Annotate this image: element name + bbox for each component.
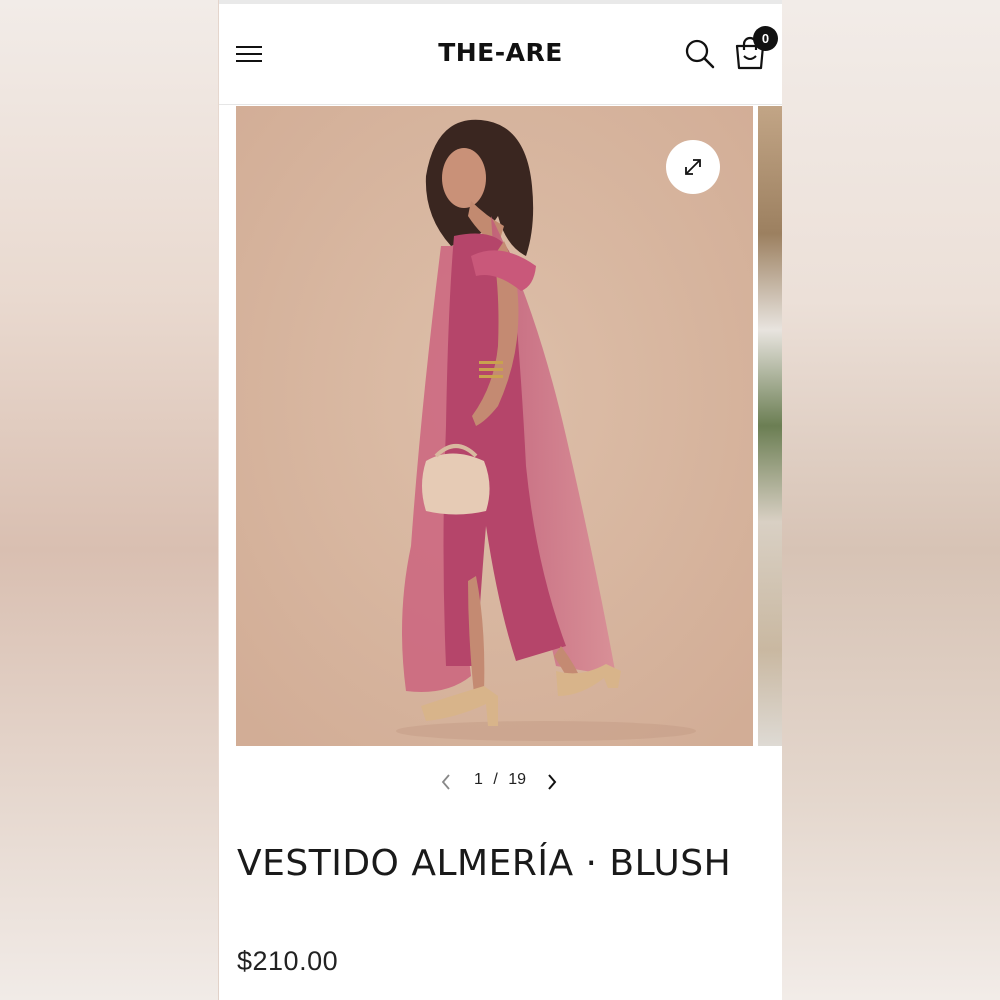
chevron-right-icon [548, 774, 557, 790]
mobile-page: THE-ARE 0 1 / 19 VESTIDO ALMERÍA · BLUSH… [219, 0, 782, 1000]
next-image-button[interactable] [540, 770, 564, 794]
product-price: $210.00 [237, 946, 339, 976]
product-title: VESTIDO ALMERÍA · BLUSH [237, 843, 732, 884]
next-product-image-peek[interactable] [758, 106, 782, 746]
search-icon [685, 39, 715, 69]
expand-image-button[interactable] [666, 140, 720, 194]
product-image[interactable] [236, 106, 753, 746]
expand-icon [685, 159, 701, 175]
site-header: THE-ARE 0 [219, 4, 782, 105]
product-photo [236, 106, 753, 746]
total-image-count: 19 [508, 771, 527, 788]
product-gallery[interactable] [236, 106, 782, 746]
image-counter: 1 / 19 [455, 771, 545, 789]
blurred-background-right [782, 0, 1000, 1000]
blurred-background-left [0, 0, 218, 1000]
search-button[interactable] [683, 37, 717, 71]
cart-count-badge: 0 [753, 26, 778, 51]
gallery-pager: 1 / 19 [219, 762, 782, 802]
counter-separator: / [493, 771, 498, 788]
current-image-number: 1 [473, 771, 483, 788]
